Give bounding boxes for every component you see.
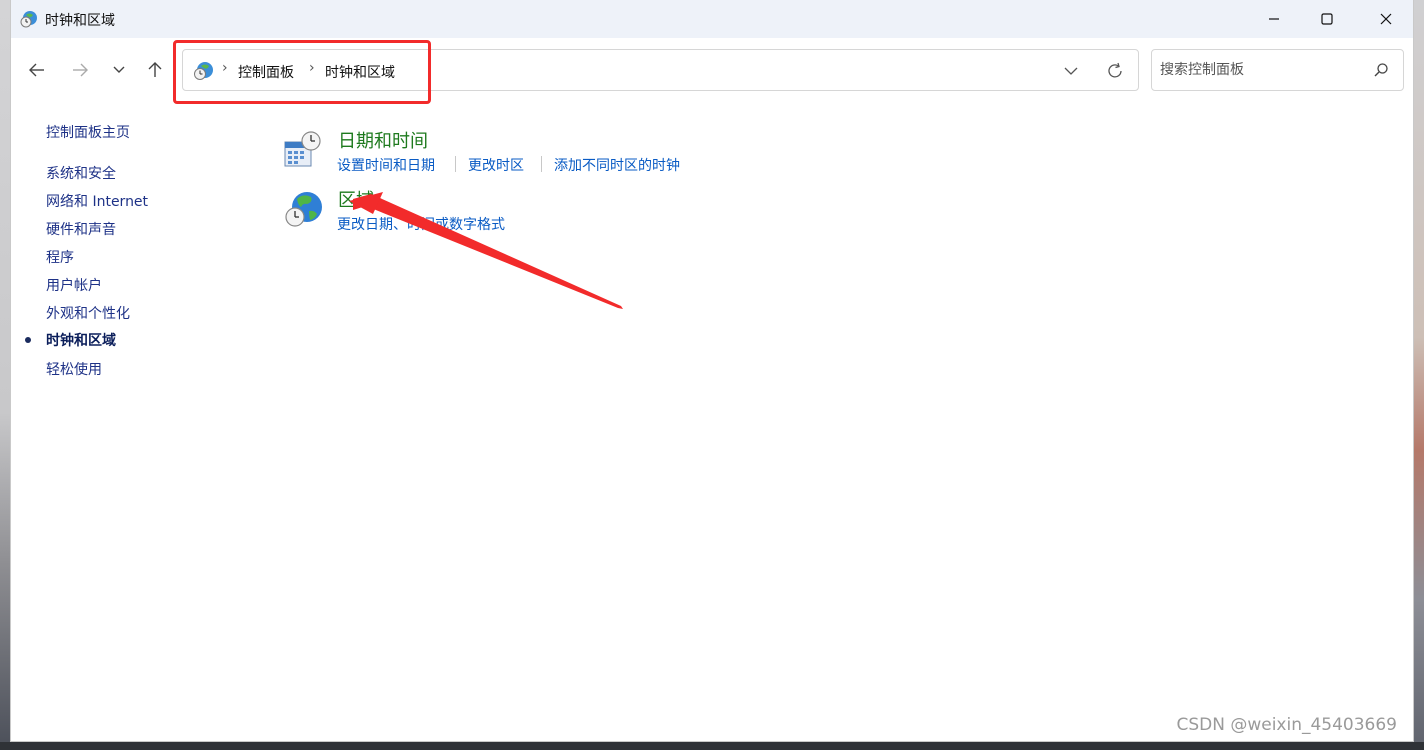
title-bar[interactable]: 时钟和区域 bbox=[11, 0, 1413, 38]
breadcrumb-clock-region[interactable]: 时钟和区域 bbox=[325, 62, 395, 82]
link-set-time-date[interactable]: 设置时间和日期 bbox=[337, 155, 435, 175]
link-change-formats[interactable]: 更改日期、时间或数字格式 bbox=[337, 214, 505, 234]
link-add-clocks[interactable]: 添加不同时区的时钟 bbox=[554, 155, 680, 175]
annotation-arrow bbox=[349, 192, 623, 309]
sidebar-item-clock-region: 时钟和区域 bbox=[46, 333, 116, 349]
link-divider bbox=[455, 156, 456, 172]
chevron-down-icon bbox=[113, 66, 125, 73]
sidebar-item-system-security[interactable]: 系统和安全 bbox=[46, 163, 116, 183]
arrow-up-icon bbox=[148, 62, 162, 77]
link-divider bbox=[541, 156, 542, 172]
close-icon bbox=[1380, 13, 1392, 25]
clock-globe-icon bbox=[20, 11, 37, 28]
up-button[interactable] bbox=[142, 57, 168, 83]
navigation-bar: › 控制面板 › 时钟和区域 bbox=[11, 38, 1413, 104]
control-panel-window: 时钟和区域 › 控制面板 › 时钟和区域 搜索控制面板 控制面板主页 系统和安全… bbox=[10, 0, 1414, 742]
globe-clock-icon[interactable] bbox=[283, 189, 323, 229]
refresh-icon[interactable] bbox=[1106, 62, 1124, 80]
taskbar-edge bbox=[0, 742, 1424, 750]
close-button[interactable] bbox=[1357, 0, 1415, 38]
calendar-clock-icon[interactable] bbox=[283, 130, 323, 170]
maximize-button[interactable] bbox=[1298, 0, 1356, 38]
sidebar-item-appearance[interactable]: 外观和个性化 bbox=[46, 303, 130, 323]
back-button[interactable] bbox=[24, 57, 50, 83]
search-box[interactable] bbox=[1151, 49, 1404, 91]
minimize-icon bbox=[1269, 18, 1279, 20]
maximize-icon bbox=[1321, 13, 1333, 25]
desktop-right-edge bbox=[1414, 0, 1424, 750]
link-change-timezone[interactable]: 更改时区 bbox=[468, 155, 524, 175]
breadcrumb-separator[interactable]: › bbox=[222, 60, 228, 76]
clock-globe-icon bbox=[194, 62, 213, 80]
arrow-right-icon bbox=[73, 63, 88, 77]
recent-locations-button[interactable] bbox=[106, 57, 132, 83]
search-input[interactable] bbox=[1160, 60, 1360, 80]
minimize-button[interactable] bbox=[1245, 0, 1303, 38]
desktop-left-edge bbox=[0, 0, 10, 750]
sidebar-item-network-internet[interactable]: 网络和 Internet bbox=[46, 191, 148, 211]
sidebar-item-programs[interactable]: 程序 bbox=[46, 247, 74, 267]
sidebar-item-ease-of-access[interactable]: 轻松使用 bbox=[46, 359, 102, 379]
category-title-date-time[interactable]: 日期和时间 bbox=[338, 127, 428, 153]
breadcrumb-control-panel[interactable]: 控制面板 bbox=[238, 62, 294, 82]
breadcrumb-separator[interactable]: › bbox=[309, 60, 315, 76]
category-title-region[interactable]: 区域 bbox=[338, 186, 374, 212]
arrow-left-icon bbox=[29, 63, 44, 77]
sidebar-item-user-accounts[interactable]: 用户帐户 bbox=[46, 275, 102, 295]
address-bar[interactable]: › 控制面板 › 时钟和区域 bbox=[182, 49, 1139, 91]
sidebar-item-hardware-sound[interactable]: 硬件和声音 bbox=[46, 219, 116, 239]
search-icon[interactable] bbox=[1373, 62, 1389, 78]
watermark: CSDN @weixin_45403669 bbox=[1176, 715, 1397, 735]
forward-button[interactable] bbox=[67, 57, 93, 83]
active-indicator bbox=[25, 337, 31, 343]
chevron-down-icon[interactable] bbox=[1062, 62, 1080, 80]
sidebar-item-control-panel-home[interactable]: 控制面板主页 bbox=[46, 122, 130, 142]
window-title: 时钟和区域 bbox=[45, 13, 115, 29]
